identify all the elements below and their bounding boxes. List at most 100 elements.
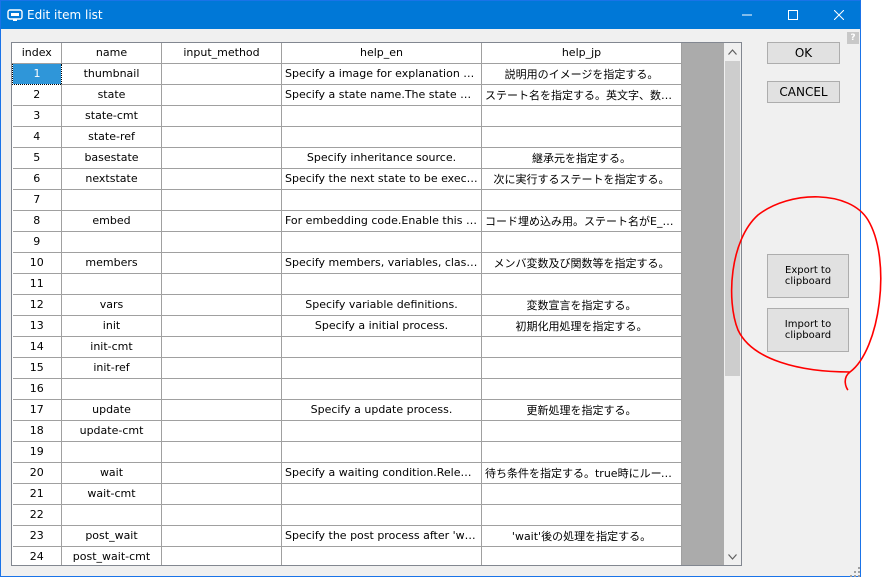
table-row[interactable]: 10 members Specify members, variables, cla… — [12, 252, 682, 274]
table-row[interactable]: 7 — [12, 189, 682, 211]
cell-help-jp[interactable]: 待ち条件を指定する。true時にループを... — [481, 462, 682, 484]
cell-index[interactable]: 18 — [12, 420, 62, 442]
cell-input-method[interactable] — [161, 210, 282, 232]
cell-name[interactable]: nextstate — [61, 168, 162, 190]
cell-name[interactable] — [61, 504, 162, 526]
cell-help-jp[interactable] — [481, 378, 682, 400]
cell-help-jp[interactable]: 次に実行するステートを指定する。 — [481, 168, 682, 190]
cell-help-jp[interactable] — [481, 126, 682, 148]
cell-index[interactable]: 10 — [12, 252, 62, 274]
table-row[interactable]: 9 — [12, 231, 682, 253]
cell-input-method[interactable] — [161, 462, 282, 484]
cell-help-en[interactable]: For embedding code.Enable this sec... — [281, 210, 482, 232]
cell-index[interactable]: 19 — [12, 441, 62, 463]
cell-input-method[interactable] — [161, 441, 282, 463]
table-row[interactable]: 17 update Specify a update process. 更新処理を指定… — [12, 399, 682, 421]
cell-name[interactable]: post_wait — [61, 525, 162, 547]
cell-index[interactable]: 1 — [12, 62, 62, 85]
cell-index[interactable]: 23 — [12, 525, 62, 547]
cell-input-method[interactable] — [161, 252, 282, 274]
cell-help-en[interactable] — [281, 126, 482, 148]
cell-help-en[interactable] — [281, 273, 482, 295]
cell-help-en[interactable] — [281, 336, 482, 358]
item-grid[interactable]: index name input_method help_en help_jp … — [11, 42, 742, 566]
table-row[interactable]: 22 — [12, 504, 682, 526]
cell-help-jp[interactable]: 説明用のイメージを指定する。 — [481, 63, 682, 85]
table-row[interactable]: 23 post_wait Specify the post process afte… — [12, 525, 682, 547]
cell-name[interactable]: update — [61, 399, 162, 421]
cell-name[interactable]: update-cmt — [61, 420, 162, 442]
cell-input-method[interactable] — [161, 63, 282, 85]
cell-index[interactable]: 22 — [12, 504, 62, 526]
cell-index[interactable]: 7 — [12, 189, 62, 211]
cell-help-en[interactable]: Specify inheritance source. — [281, 147, 482, 169]
table-row[interactable]: 5 basestate Specify inheritance source. 継承元… — [12, 147, 682, 169]
cell-help-en[interactable] — [281, 231, 482, 253]
table-row[interactable]: 14 init-cmt — [12, 336, 682, 358]
cell-help-jp[interactable] — [481, 546, 682, 565]
cell-name[interactable]: init-ref — [61, 357, 162, 379]
cell-help-jp[interactable] — [481, 357, 682, 379]
cell-name[interactable]: thumbnail — [61, 63, 162, 85]
cell-help-jp[interactable]: ステート名を指定する。英文字、数字、... — [481, 84, 682, 106]
table-row[interactable]: 11 — [12, 273, 682, 295]
import-to-clipboard-button[interactable]: Import to clipboard — [767, 308, 849, 352]
cell-help-en[interactable] — [281, 420, 482, 442]
cell-name[interactable]: init-cmt — [61, 336, 162, 358]
cell-index[interactable]: 6 — [12, 168, 62, 190]
cell-input-method[interactable] — [161, 504, 282, 526]
cell-input-method[interactable] — [161, 126, 282, 148]
cell-help-jp[interactable]: コード埋め込み用。ステート名がE_時に... — [481, 210, 682, 232]
ok-button[interactable]: OK — [767, 42, 840, 64]
cell-input-method[interactable] — [161, 420, 282, 442]
cell-help-jp[interactable] — [481, 273, 682, 295]
cell-name[interactable]: wait-cmt — [61, 483, 162, 505]
cell-input-method[interactable] — [161, 483, 282, 505]
cell-input-method[interactable] — [161, 546, 282, 565]
column-header-help-en[interactable]: help_en — [281, 43, 482, 64]
help-icon[interactable]: ? — [847, 32, 859, 44]
cell-help-jp[interactable] — [481, 336, 682, 358]
table-row[interactable]: 18 update-cmt — [12, 420, 682, 442]
cell-help-jp[interactable]: 継承元を指定する。 — [481, 147, 682, 169]
cell-help-en[interactable]: Specify members, variables, classes,... — [281, 252, 482, 274]
cell-help-en[interactable]: Specify a initial process. — [281, 315, 482, 337]
scroll-down-button[interactable] — [724, 548, 741, 565]
cell-index[interactable]: 11 — [12, 273, 62, 295]
scroll-thumb[interactable] — [725, 61, 740, 376]
cell-help-en[interactable] — [281, 504, 482, 526]
cell-name[interactable] — [61, 378, 162, 400]
export-to-clipboard-button[interactable]: Export to clipboard — [767, 254, 849, 298]
cell-help-en[interactable] — [281, 378, 482, 400]
cell-help-en[interactable]: Specify variable definitions. — [281, 294, 482, 316]
cell-help-jp[interactable] — [481, 483, 682, 505]
cell-help-en[interactable]: Specify a update process. — [281, 399, 482, 421]
table-row[interactable]: 4 state-ref — [12, 126, 682, 148]
resize-grip-icon[interactable] — [850, 567, 860, 577]
maximize-button[interactable] — [770, 1, 816, 29]
scroll-up-button[interactable] — [724, 43, 741, 60]
cell-name[interactable]: state-cmt — [61, 105, 162, 127]
cell-index[interactable]: 17 — [12, 399, 62, 421]
cell-name[interactable]: vars — [61, 294, 162, 316]
cell-index[interactable]: 9 — [12, 231, 62, 253]
cell-help-en[interactable] — [281, 357, 482, 379]
cell-input-method[interactable] — [161, 168, 282, 190]
cell-index[interactable]: 2 — [12, 84, 62, 106]
cell-input-method[interactable] — [161, 378, 282, 400]
table-row[interactable]: 20 wait Specify a waiting condition.Releas… — [12, 462, 682, 484]
cell-name[interactable] — [61, 189, 162, 211]
cell-index[interactable]: 13 — [12, 315, 62, 337]
table-row[interactable]: 16 — [12, 378, 682, 400]
cell-input-method[interactable] — [161, 294, 282, 316]
cell-input-method[interactable] — [161, 399, 282, 421]
cell-index[interactable]: 8 — [12, 210, 62, 232]
column-header-index[interactable]: index — [12, 43, 62, 64]
table-row[interactable]: 15 init-ref — [12, 357, 682, 379]
cell-index[interactable]: 14 — [12, 336, 62, 358]
table-row[interactable]: 19 — [12, 441, 682, 463]
cell-input-method[interactable] — [161, 231, 282, 253]
cell-input-method[interactable] — [161, 84, 282, 106]
cell-input-method[interactable] — [161, 357, 282, 379]
cell-help-en[interactable] — [281, 546, 482, 565]
